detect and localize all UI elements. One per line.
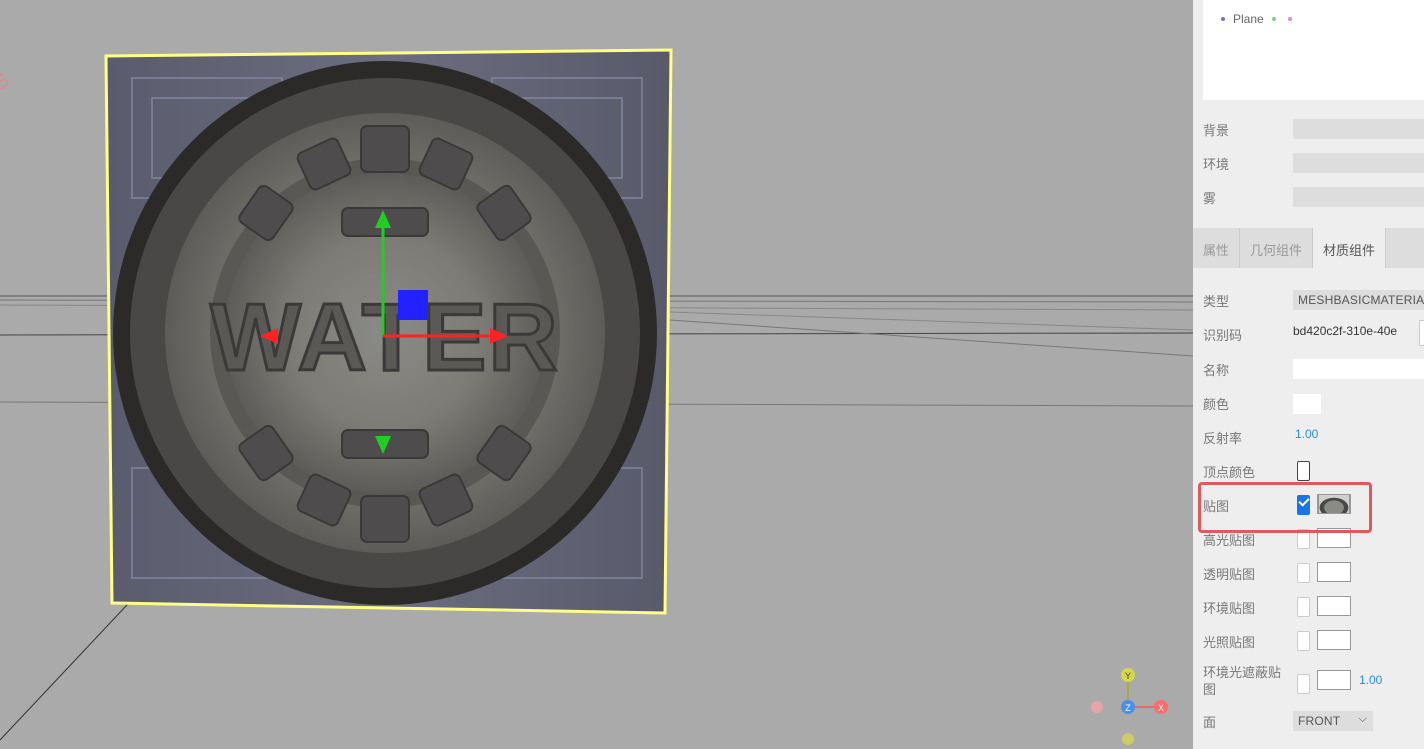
gizmo-z-label: Z: [1125, 703, 1131, 713]
tab-material[interactable]: 材质组件: [1313, 228, 1387, 268]
light-map-checkbox[interactable]: [1297, 631, 1310, 651]
light-map-row: 光照贴图: [1203, 628, 1424, 654]
reflectivity-input[interactable]: 1.00: [1295, 427, 1318, 447]
alpha-map-row: 透明贴图: [1203, 560, 1424, 586]
material-dot: [1287, 17, 1292, 21]
background-label: 背景: [1203, 122, 1230, 138]
textured-plane[interactable]: WATER: [102, 48, 673, 615]
environment-select[interactable]: [1293, 153, 1424, 173]
name-label: 名称: [1203, 362, 1230, 378]
vertex-colors-row: 顶点颜色: [1203, 458, 1424, 484]
color-picker[interactable]: [1293, 394, 1321, 414]
ao-map-row: 环境光遮蔽贴图 1.00: [1203, 662, 1424, 702]
object-type-dot: [1221, 17, 1225, 21]
tab-properties[interactable]: 属性: [1193, 228, 1241, 268]
gizmo-y-label: Y: [1125, 671, 1131, 681]
properties-sidebar: Plane 背景 环境 雾 属性 几何组件 材质组件 类型 MESHBASICM…: [1193, 0, 1424, 749]
light-map-label: 光照贴图: [1203, 634, 1256, 650]
type-label: 类型: [1203, 293, 1230, 309]
fog-select[interactable]: [1293, 187, 1424, 207]
side-select[interactable]: FRONT ⌵: [1293, 711, 1373, 731]
vertex-colors-label: 顶点颜色: [1203, 464, 1256, 480]
side-row: 面 FRONT ⌵: [1203, 708, 1424, 734]
chevron-down-icon: ⌵: [1358, 713, 1367, 725]
uuid-value: bd420c2f-310e-40e: [1293, 324, 1398, 338]
side-label: 面: [1203, 714, 1217, 730]
fog-label: 雾: [1203, 190, 1217, 206]
background-row: 背景: [1203, 116, 1424, 142]
alpha-map-checkbox[interactable]: [1297, 563, 1310, 583]
alpha-map-thumbnail[interactable]: [1317, 562, 1351, 582]
ao-map-intensity[interactable]: 1.00: [1359, 673, 1382, 693]
map-highlight-annotation: [1198, 482, 1372, 533]
env-map-checkbox[interactable]: [1297, 597, 1310, 617]
ao-map-label: 环境光遮蔽贴图: [1203, 665, 1282, 697]
ao-map-thumbnail[interactable]: [1317, 670, 1351, 690]
material-type-row: 类型 MESHBASICMATERIA: [1203, 287, 1424, 313]
geometry-dot: [1271, 17, 1276, 21]
light-map-thumbnail[interactable]: [1317, 630, 1351, 650]
env-map-row: 环境贴图: [1203, 594, 1424, 620]
fog-row: 雾: [1203, 184, 1424, 210]
outliner-item-plane[interactable]: Plane: [1221, 12, 1292, 26]
material-uuid-row: 识别码 bd420c2f-310e-40e 更: [1203, 320, 1424, 347]
ao-map-checkbox[interactable]: [1297, 674, 1310, 694]
background-select[interactable]: [1293, 119, 1424, 139]
env-map-thumbnail[interactable]: [1317, 596, 1351, 616]
side-select-value: FRONT: [1298, 714, 1341, 728]
gizmo-x-label: X: [1158, 703, 1164, 713]
env-map-label: 环境贴图: [1203, 600, 1256, 616]
outliner-item-label: Plane: [1233, 12, 1264, 26]
environment-row: 环境: [1203, 150, 1424, 176]
material-type-select[interactable]: MESHBASICMATERIA: [1293, 290, 1424, 310]
alpha-map-label: 透明贴图: [1203, 566, 1256, 582]
viewport-3d[interactable]: 340 WATER Y X Z: [0, 0, 1193, 749]
reflectivity-row: 反射率 1.00: [1203, 424, 1424, 450]
material-name-row: 名称: [1203, 356, 1424, 382]
scene-outliner[interactable]: Plane: [1203, 0, 1424, 100]
view-axis-gizmo[interactable]: Y X Z: [1088, 664, 1172, 748]
vertex-colors-checkbox[interactable]: [1297, 461, 1310, 481]
uuid-renew-button[interactable]: 更: [1419, 320, 1424, 346]
sidebar-tabs: 属性 几何组件 材质组件: [1193, 228, 1424, 268]
tab-geometry[interactable]: 几何组件: [1240, 228, 1314, 268]
material-name-input[interactable]: [1293, 359, 1424, 379]
material-color-row: 颜色: [1203, 390, 1424, 416]
color-label: 颜色: [1203, 396, 1230, 412]
uuid-label: 识别码: [1203, 327, 1243, 343]
reflectivity-label: 反射率: [1203, 430, 1243, 446]
environment-label: 环境: [1203, 156, 1230, 172]
